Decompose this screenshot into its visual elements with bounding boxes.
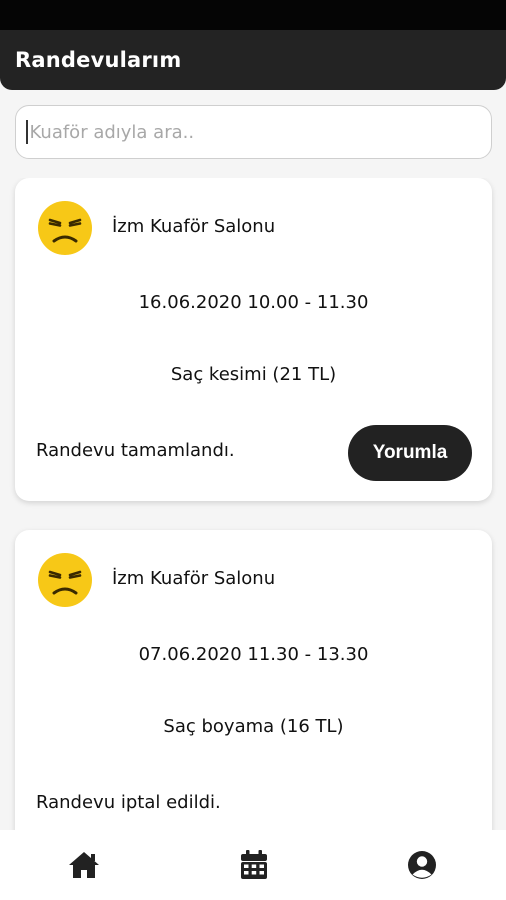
search-placeholder: Kuaför adıyla ara.. — [29, 121, 195, 143]
bottom-nav — [0, 830, 506, 900]
nav-profile[interactable] — [405, 848, 439, 882]
status-bar — [0, 0, 506, 30]
nav-home[interactable] — [67, 848, 101, 882]
text-caret — [26, 120, 28, 144]
appointment-datetime: 07.06.2020 11.30 - 13.30 — [138, 644, 369, 665]
home-icon — [69, 852, 99, 878]
salon-name: İzm Kuaför Salonu — [112, 216, 276, 237]
appointment-service: Saç kesimi (21 TL) — [170, 364, 337, 385]
salon-name: İzm Kuaför Salonu — [112, 568, 276, 589]
appointment-service: Saç boyama (16 TL) — [163, 716, 344, 737]
app-bar: Randevularım — [0, 30, 506, 90]
angry-face-icon — [38, 201, 92, 255]
appointment-card: İzm Kuaför Salonu 16.06.2020 10.00 - 11.… — [15, 178, 492, 501]
user-circle-icon — [408, 851, 436, 879]
nav-calendar[interactable] — [237, 848, 271, 882]
angry-face-icon — [38, 553, 92, 607]
page-title: Randevularım — [15, 48, 182, 72]
appointment-datetime: 16.06.2020 10.00 - 11.30 — [138, 292, 369, 313]
appointment-status: Randevu tamamlandı. — [36, 440, 235, 461]
review-button[interactable]: Yorumla — [348, 425, 472, 481]
calendar-icon — [241, 850, 267, 879]
search-input[interactable]: Kuaför adıyla ara.. — [15, 105, 492, 159]
appointment-card: İzm Kuaför Salonu 07.06.2020 11.30 - 13.… — [15, 530, 492, 830]
appointment-list[interactable]: İzm Kuaför Salonu 16.06.2020 10.00 - 11.… — [0, 178, 506, 830]
appointment-status: Randevu iptal edildi. — [36, 792, 221, 813]
